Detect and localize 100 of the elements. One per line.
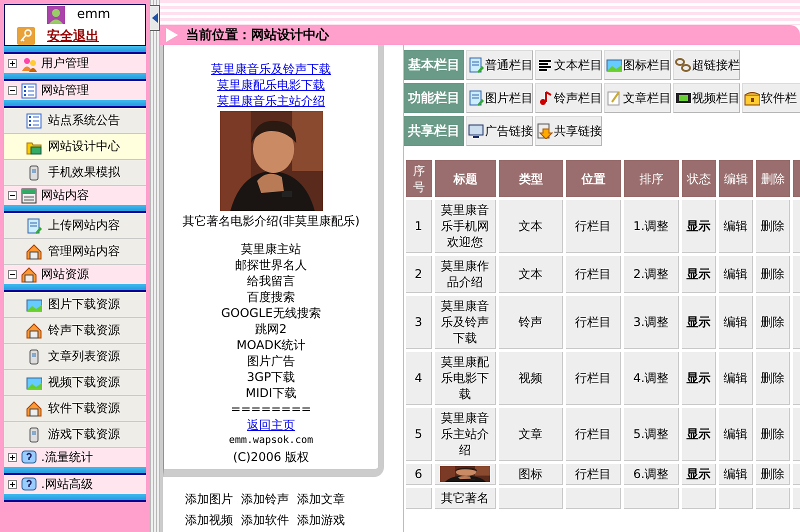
preview-link[interactable]: 返回主页 [247,417,295,433]
preview-link[interactable]: 莫里康配乐电影下载 [217,77,325,93]
order-link[interactable]: 4.调整 [624,352,679,405]
menu-item[interactable]: 管理网站内容 [4,239,146,265]
order-link[interactable]: 5.调整 [624,408,679,461]
document-icon [26,218,42,234]
menu-item[interactable]: 网站设计中心 [4,134,146,160]
column-button[interactable]: 图标栏目 [604,50,671,80]
edit-link[interactable]: 编辑 [719,256,753,293]
logout-link[interactable]: 安全退出 [47,26,99,44]
table-cell: 莫里康音乐手机网欢迎您 [435,200,496,253]
table-cell [756,488,790,509]
column-button[interactable]: 共享链接 [535,116,602,146]
menu-group[interactable]: 网站资源 [4,265,146,284]
add-link[interactable]: 添加视频 [185,512,233,529]
add-link[interactable]: 添加软件 [241,512,289,529]
column-header: 位置 [566,160,621,197]
add-link[interactable]: 添加游戏 [297,512,345,529]
delete-link[interactable]: 删除 [756,464,790,485]
order-link[interactable]: 6.调整 [624,464,679,485]
menu-group[interactable]: 网站内容 [4,186,146,205]
menu-group[interactable]: .网站高级 [4,475,146,494]
status-link[interactable]: 显示 [682,296,716,349]
preview-text: 莫里康主站 [241,241,301,257]
table-cell: 莫里康音乐及铃声下载 [435,296,496,349]
user-name: emm [77,7,110,22]
column-button[interactable]: 广告链接 [466,116,533,146]
status-link[interactable]: 显示 [682,464,716,485]
preview-text: MIDI下载 [246,385,296,401]
table-cell: 3 [406,296,432,349]
table-cell [682,488,716,509]
breadcrumb: 当前位置：网站设计中心 [186,26,329,44]
column-button[interactable]: 视频栏目 [673,83,740,113]
chain-icon [675,57,691,73]
table-cell: 行栏目 [566,408,621,461]
delete-link[interactable]: 删除 [756,408,790,461]
delete-link[interactable]: 删除 [756,256,790,293]
table-cell: 视频 [499,352,563,405]
column-button[interactable]: 文本栏目 [535,50,602,80]
category-label: 基本栏目 [404,50,464,80]
collapse-icon [8,86,17,95]
menu-group[interactable]: .流量统计 [4,448,146,467]
edit-link[interactable]: 编辑 [719,296,753,349]
preview-text: 3GP下载 [246,369,296,385]
download-icon [537,123,553,139]
menu-item[interactable]: 文章列表资源 [4,344,146,370]
column-button[interactable]: 铃声栏目 [535,83,602,113]
add-link[interactable]: 添加铃声 [241,491,289,508]
table-cell [719,488,753,509]
column-button[interactable]: 文章栏目 [604,83,671,113]
delete-link[interactable]: 删除 [756,296,790,349]
collapse-button[interactable] [150,5,160,31]
avatar-icon [47,6,65,24]
column-button[interactable]: 普通栏目 [466,50,533,80]
house-icon [26,322,42,338]
table-cell: 5 [406,408,432,461]
table-cell: 行栏目 [566,464,621,485]
delete-link[interactable]: 删除 [756,200,790,253]
table-cell: 莫里康配乐电影下载 [435,352,496,405]
column-button[interactable]: 超链接栏 [673,50,740,80]
add-link[interactable]: 添加文章 [297,491,345,508]
status-link[interactable]: 显示 [682,352,716,405]
status-link[interactable]: 显示 [682,256,716,293]
menu-item[interactable]: 铃声下载资源 [4,318,146,344]
help-icon [21,476,37,492]
column-button[interactable]: 图片栏目 [466,83,533,113]
menu-group[interactable]: 网站管理 [4,81,146,100]
menu-item[interactable]: 上传网站内容 [4,213,146,239]
table-cell: 莫里康作品介绍 [435,256,496,293]
document-icon [468,90,484,106]
preview-text: 百度搜索 [247,289,295,305]
preview-link[interactable]: 莫里康音乐及铃声下载 [211,61,331,77]
menu-group[interactable]: 用户管理 [4,54,146,73]
menu-item[interactable]: 软件下载资源 [4,396,146,422]
order-link[interactable]: 2.调整 [624,256,679,293]
column-button[interactable]: 软件栏 [742,83,800,113]
preview-link[interactable]: 莫里康音乐主站介绍 [217,93,325,109]
monitor-icon [468,123,484,139]
preview-text: ======== [230,401,312,417]
edit-link[interactable]: 编辑 [719,408,753,461]
order-link[interactable]: 1.调整 [624,200,679,253]
column-header: 编辑 [719,160,753,197]
table-cell [566,488,621,509]
menu-item[interactable]: 站点系统公告 [4,108,146,134]
menu-item[interactable]: 游戏下载资源 [4,422,146,448]
category-label: 共享栏目 [404,116,464,146]
document-icon [468,57,484,73]
edit-link[interactable]: 编辑 [719,200,753,253]
add-link[interactable]: 添加图片 [185,491,233,508]
menu-item[interactable]: 视频下载资源 [4,370,146,396]
menu-item[interactable]: 手机效果模拟 [4,160,146,186]
delete-link[interactable]: 删除 [756,352,790,405]
status-link[interactable]: 显示 [682,408,716,461]
order-link[interactable]: 3.调整 [624,296,679,349]
status-link[interactable]: 显示 [682,200,716,253]
column-header: 状态 [682,160,716,197]
menu-item[interactable]: 图片下载资源 [4,292,146,318]
edit-link[interactable]: 编辑 [719,464,753,485]
edit-link[interactable]: 编辑 [719,352,753,405]
preview-text: 跳网2 [255,321,287,337]
